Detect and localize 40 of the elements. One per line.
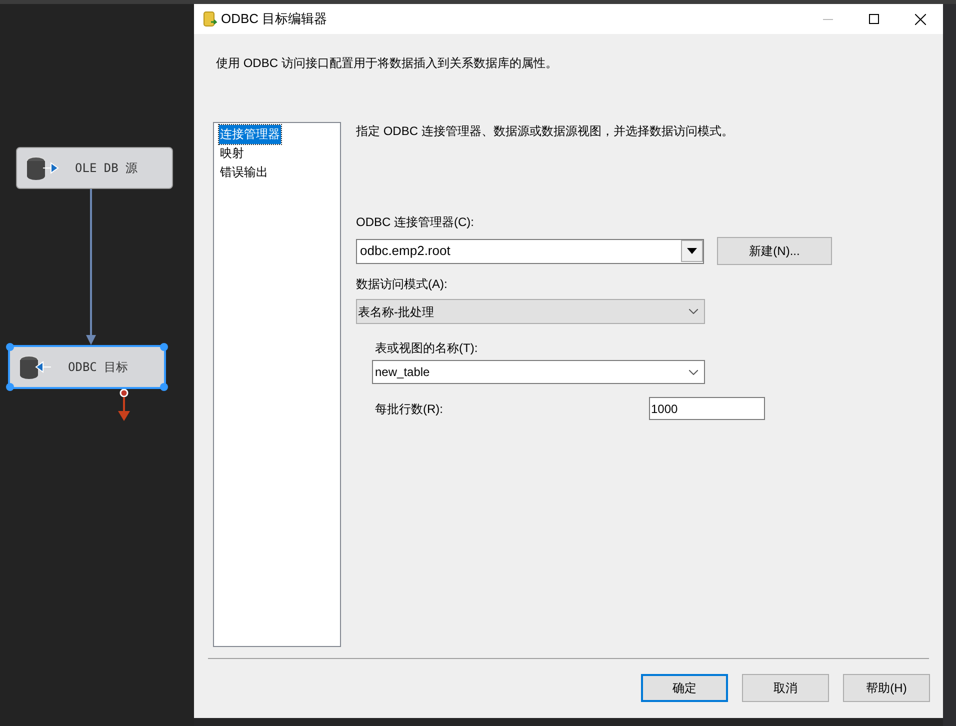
node-label: OLE DB 源 xyxy=(75,160,138,177)
dialog-button[interactable]: 确定 xyxy=(641,674,728,702)
resize-handle[interactable] xyxy=(6,343,14,351)
maximize-icon xyxy=(869,14,879,24)
dropdown-button[interactable] xyxy=(681,240,703,262)
resize-handle[interactable] xyxy=(160,383,168,391)
table-name-select[interactable]: new_table xyxy=(372,360,705,384)
field-label: 每批行数(R): xyxy=(375,400,444,418)
dialog-button[interactable]: 帮助(H) xyxy=(843,674,930,702)
new-button[interactable]: 新建(N)... xyxy=(717,237,832,265)
field-label: ODBC 连接管理器(C): xyxy=(356,214,475,231)
panel-heading: 指定 ODBC 连接管理器、数据源或数据源视图，并选择数据访问模式。 xyxy=(356,123,734,140)
connection-combo[interactable]: odbc.emp2.root xyxy=(356,238,704,264)
rows-per-batch-input[interactable]: 1000 xyxy=(649,397,765,420)
window-title: ODBC 目标编辑器 xyxy=(221,10,328,28)
caret-icon xyxy=(687,248,697,254)
close-icon xyxy=(914,14,926,24)
database-in-icon xyxy=(18,354,52,380)
cylinder-icon xyxy=(203,10,217,28)
page-list-item[interactable]: 连接管理器 xyxy=(219,125,281,144)
dialog-button[interactable]: 取消 xyxy=(742,674,829,702)
chevron-down-icon xyxy=(689,370,698,374)
access-mode-select[interactable]: 表名称-批处理 xyxy=(356,299,705,324)
output-arrow[interactable] xyxy=(117,389,131,421)
database-out-icon xyxy=(25,155,59,181)
resize-handle[interactable] xyxy=(160,343,168,351)
task-node[interactable]: OLE DB 源 xyxy=(16,147,173,189)
field-label: 表或视图的名称(T): xyxy=(375,340,479,357)
page-list-item[interactable]: 映射 xyxy=(219,144,245,163)
page-list-item[interactable]: 错误输出 xyxy=(219,163,269,182)
chevron-down-icon xyxy=(689,309,698,314)
combo-value: odbc.emp2.root xyxy=(360,242,452,260)
resize-handle[interactable] xyxy=(6,383,14,391)
description: 使用 ODBC 访问接口配置用于将数据插入到关系数据库的属性。 xyxy=(216,55,558,72)
minimize-icon xyxy=(823,18,833,20)
select-value: new_table xyxy=(375,364,431,381)
node-label: ODBC 目标 xyxy=(68,359,128,376)
select-value: 表名称-批处理 xyxy=(358,304,435,320)
field-label: 数据访问模式(A): xyxy=(356,276,448,293)
task-node[interactable]: ODBC 目标 xyxy=(8,345,166,389)
